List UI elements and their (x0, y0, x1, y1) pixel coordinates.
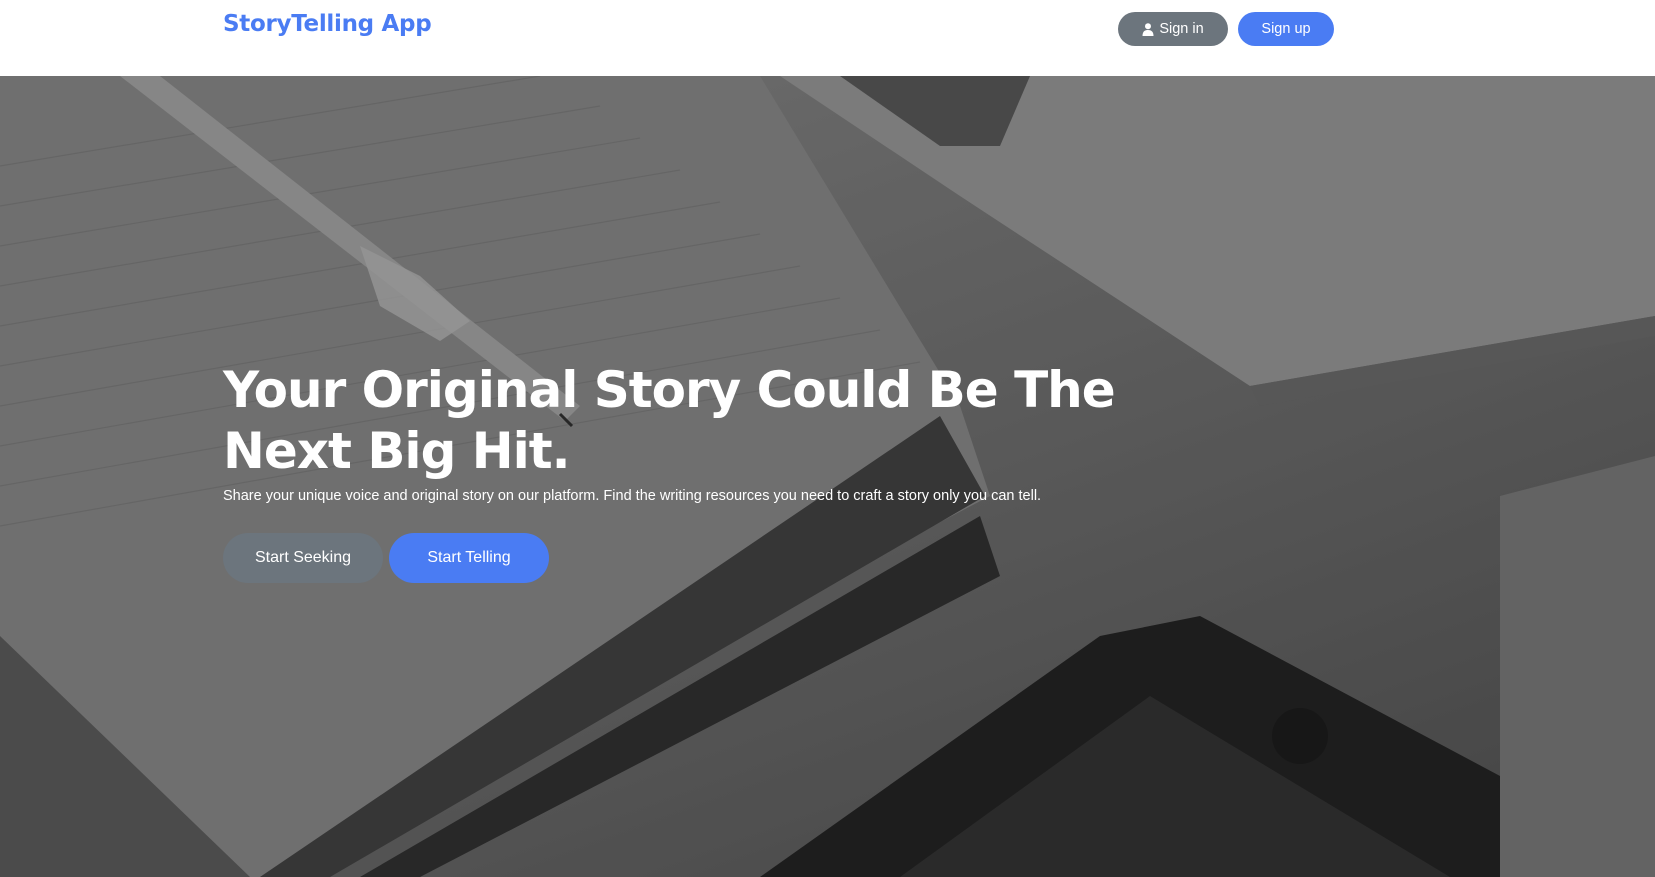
nav-actions: Sign in Sign up (1118, 12, 1334, 46)
hero-subtitle: Share your unique voice and original sto… (223, 488, 1042, 504)
user-icon (1142, 22, 1154, 36)
navbar: StoryTelling App Sign in Sign up (0, 0, 1655, 76)
start-telling-button[interactable]: Start Telling (389, 533, 549, 583)
brand-logo[interactable]: StoryTelling App (223, 11, 432, 37)
sign-up-label: Sign up (1261, 21, 1311, 37)
start-seeking-button[interactable]: Start Seeking (223, 533, 383, 583)
hero-title: Your Original Story Could Be The Next Bi… (223, 361, 1116, 480)
cta-row: Start Seeking Start Telling (223, 533, 1123, 583)
sign-up-button[interactable]: Sign up (1238, 12, 1334, 46)
hero-content: Your Original Story Could Be The Next Bi… (223, 360, 1123, 583)
sign-in-label: Sign in (1159, 21, 1204, 37)
sign-in-button[interactable]: Sign in (1118, 12, 1228, 46)
hero-section: Your Original Story Could Be The Next Bi… (0, 76, 1655, 877)
